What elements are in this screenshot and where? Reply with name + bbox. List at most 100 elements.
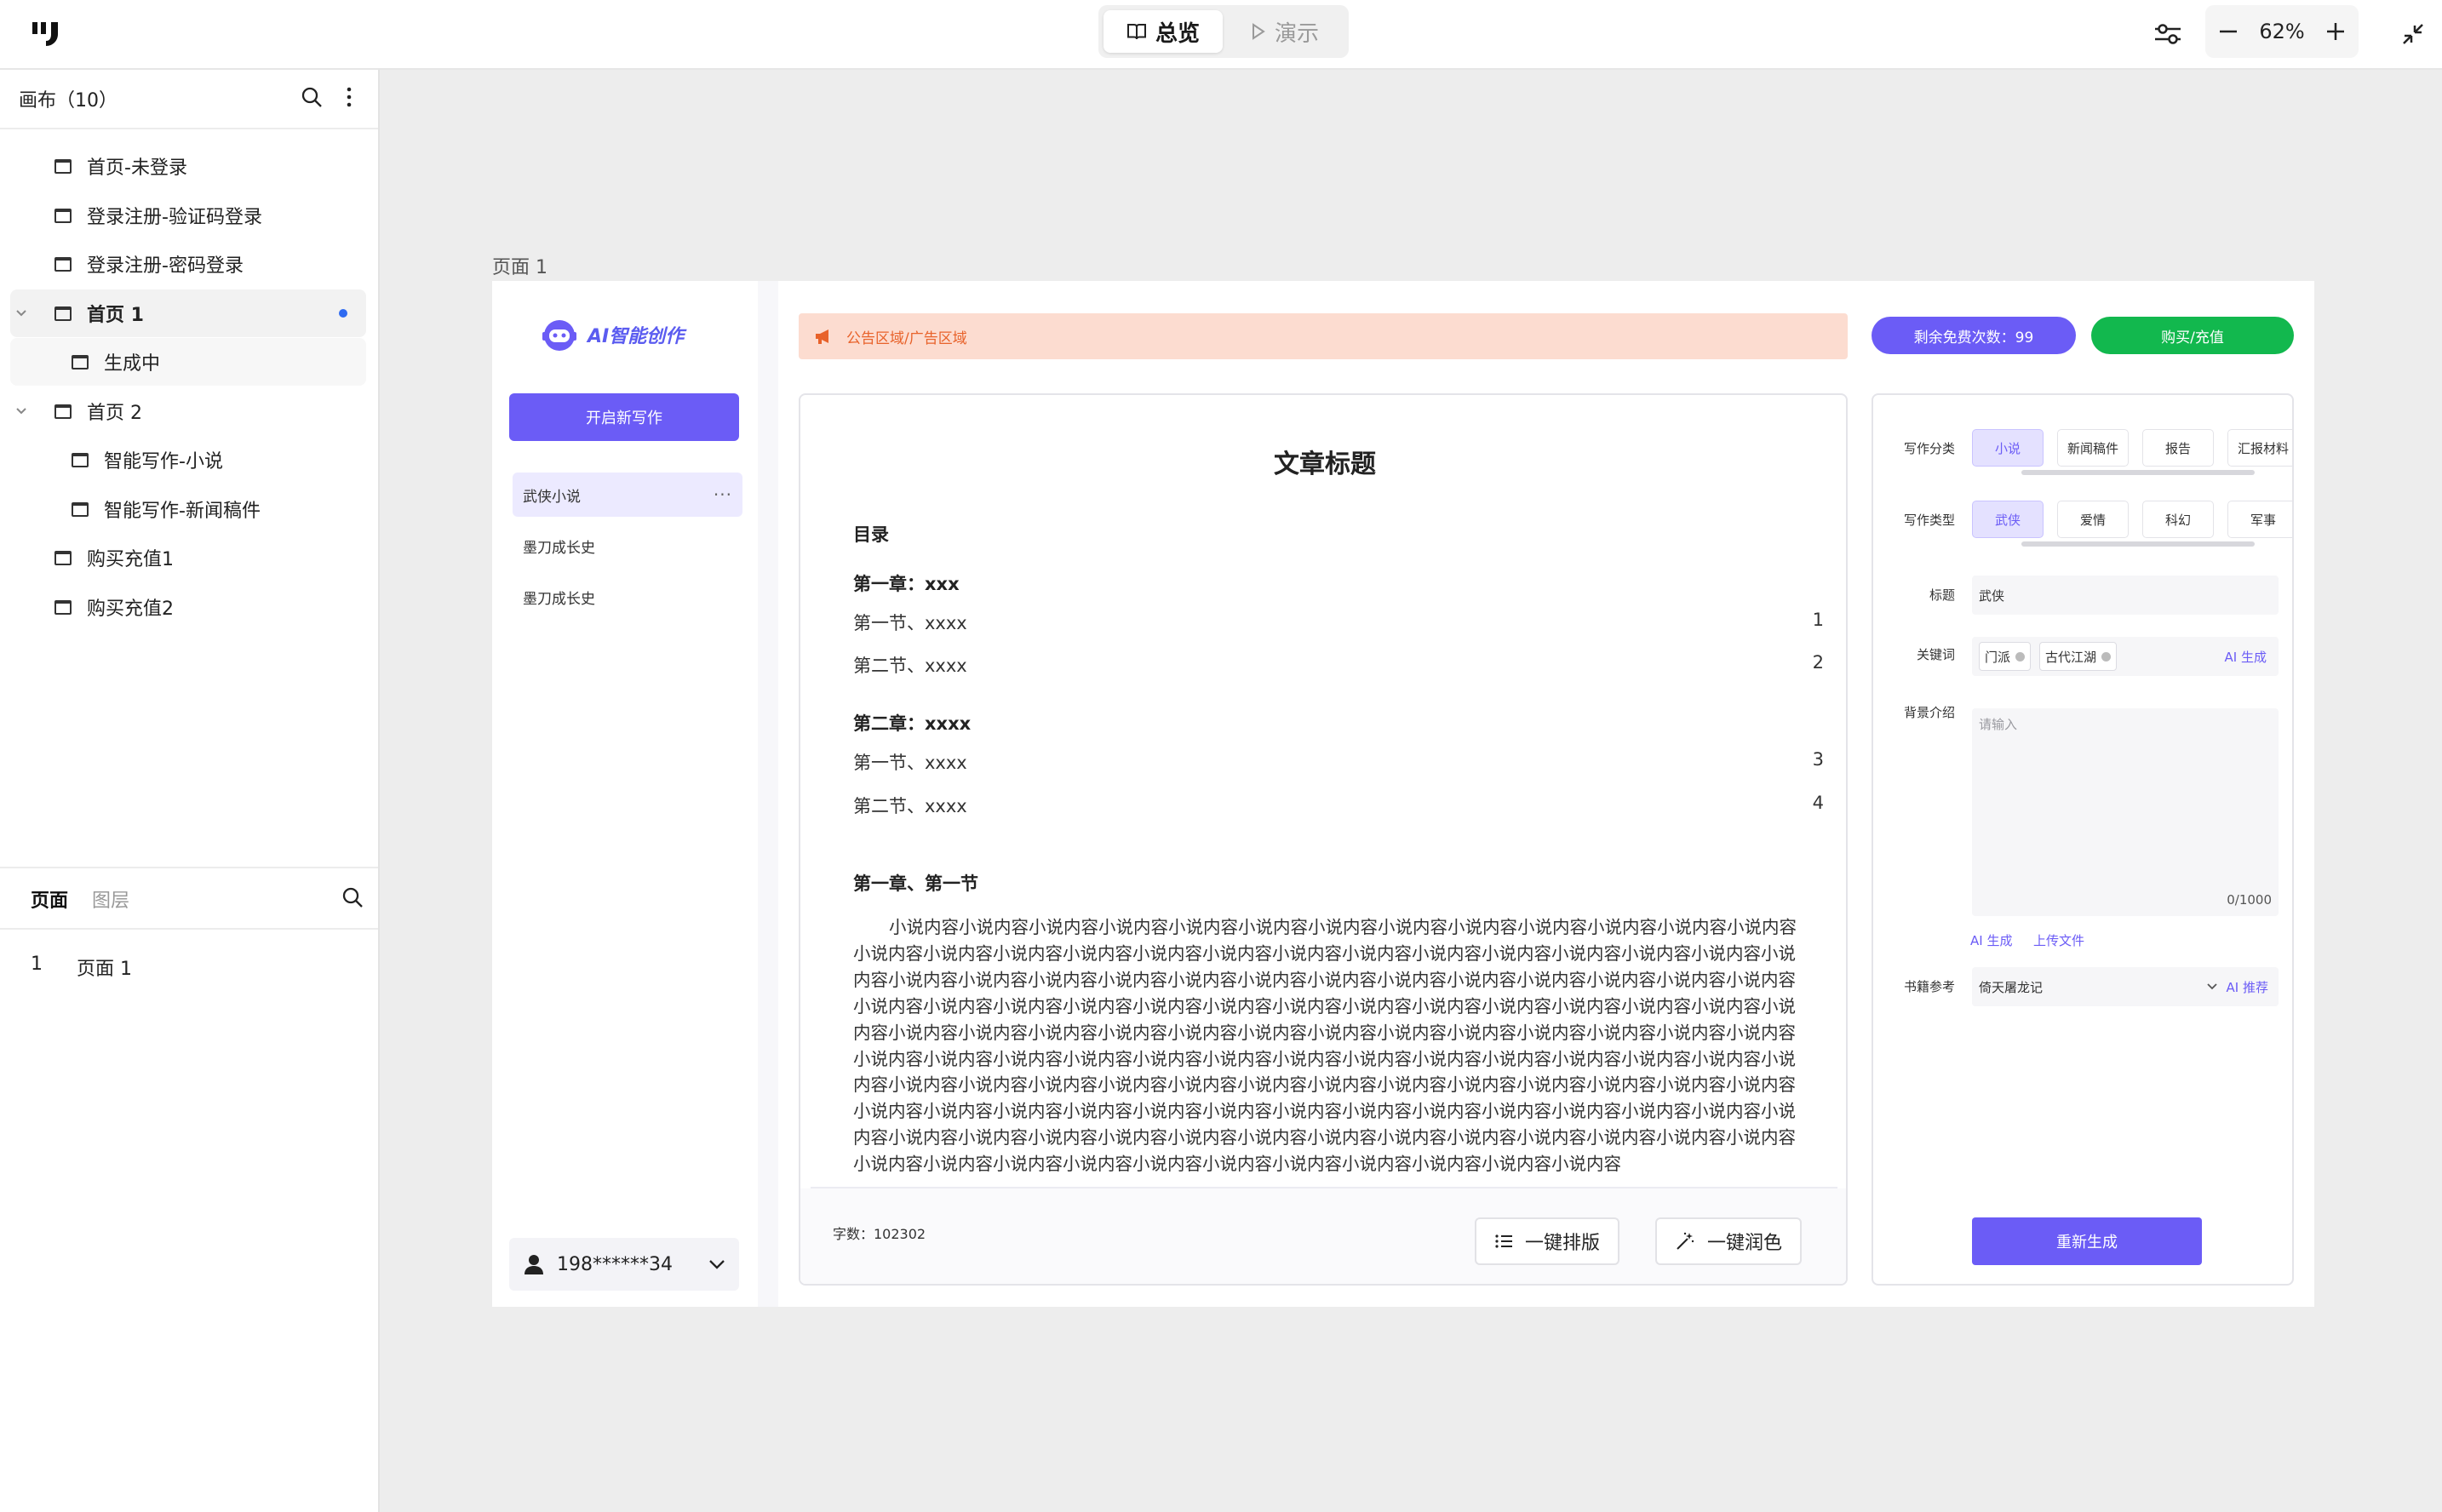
category-scrollbar[interactable]: [2021, 470, 2255, 475]
type-chip-romance[interactable]: 爱情: [2057, 501, 2129, 538]
history-item[interactable]: 武侠小说 ···: [513, 472, 742, 517]
tree-item-label: 智能写作-小说: [104, 451, 223, 472]
ai-generate-keywords-link[interactable]: AI 生成: [2225, 648, 2267, 666]
word-count: 字数：102302: [833, 1226, 926, 1242]
document-title[interactable]: 文章标题: [800, 443, 1846, 480]
toc-row[interactable]: 第一节、xxxx 3: [853, 749, 1824, 775]
tree-item-generating[interactable]: 生成中: [10, 338, 366, 386]
tree-item-login-password[interactable]: 登录注册-密码登录: [10, 240, 366, 288]
divider: [0, 867, 378, 868]
free-count-button[interactable]: 剩余免费次数：99: [1872, 317, 2076, 354]
current-indicator-dot: [339, 309, 347, 318]
search-icon[interactable]: [341, 885, 364, 909]
more-vertical-icon[interactable]: [346, 85, 353, 109]
background-textarea[interactable]: 请输入 0/1000: [1972, 708, 2279, 916]
chevron-down-icon: [2206, 982, 2218, 991]
category-chip-briefing[interactable]: 汇报材料: [2227, 429, 2292, 467]
tree-item-label: 购买充值1: [87, 549, 174, 570]
category-chip-novel[interactable]: 小说: [1972, 429, 2044, 467]
chevron-down-icon[interactable]: [10, 407, 32, 415]
type-chip-military[interactable]: 军事: [2227, 501, 2292, 538]
format-button-label: 一键排版: [1524, 1233, 1600, 1254]
tree-item-purchase-2[interactable]: 购买充值2: [10, 583, 366, 631]
divider: [0, 128, 378, 129]
app-logo-icon[interactable]: [31, 19, 65, 49]
one-click-polish-button[interactable]: 一键润色: [1655, 1217, 1802, 1265]
new-writing-button[interactable]: 开启新写作: [509, 393, 739, 441]
toc-page-number: 4: [1812, 793, 1824, 813]
toc-section-title: 第二节、xxxx: [853, 656, 967, 676]
keyword-tag-label: 古代江湖: [2045, 649, 2097, 665]
more-horizontal-icon[interactable]: ···: [714, 484, 732, 505]
buy-recharge-button[interactable]: 购买/充值: [2091, 317, 2294, 354]
frame-label[interactable]: 页面 1: [492, 252, 547, 279]
user-phone: 198******34: [557, 1253, 673, 1275]
toc-chapter-1: 第一章：xxx: [853, 574, 960, 594]
ai-generate-background-link[interactable]: AI 生成: [1970, 931, 2012, 949]
category-label: 写作分类: [1903, 441, 1955, 456]
present-mode-button[interactable]: 演示: [1226, 10, 1344, 53]
type-scrollbar[interactable]: [2021, 541, 2255, 547]
title-input[interactable]: 武侠: [1972, 576, 2279, 615]
type-chip-scifi[interactable]: 科幻: [2142, 501, 2214, 538]
remove-tag-icon[interactable]: [2101, 651, 2112, 662]
settings-sliders-icon[interactable]: [2149, 15, 2187, 53]
overview-mode-button[interactable]: 总览: [1103, 10, 1223, 53]
frame-icon: [54, 158, 72, 174]
collapse-icon[interactable]: [2394, 15, 2432, 53]
zoom-in-icon[interactable]: [2324, 20, 2347, 43]
novel-body-text[interactable]: 小说内容小说内容小说内容小说内容小说内容小说内容小说内容小说内容小说内容小说内容…: [853, 914, 1807, 1175]
list-icon: [1494, 1233, 1513, 1250]
history-item[interactable]: 墨刀成长史: [513, 524, 742, 568]
toc-row[interactable]: 第二节、xxxx 2: [853, 652, 1824, 678]
history-item-label: 墨刀成长史: [523, 590, 595, 608]
tree-item-login-code[interactable]: 登录注册-验证码登录: [10, 192, 366, 239]
ai-recommend-link[interactable]: AI 推荐: [2227, 978, 2268, 996]
chevron-down-icon[interactable]: [10, 309, 32, 318]
tree-item-home-1[interactable]: 首页 1: [10, 289, 366, 337]
canvas-list-header: 画布（10）: [19, 90, 118, 112]
toc-row[interactable]: 第二节、xxxx 4: [853, 793, 1824, 818]
reference-select[interactable]: 倚天屠龙记 AI 推荐: [1972, 967, 2279, 1006]
tab-pages[interactable]: 页面: [31, 885, 68, 913]
tab-layers[interactable]: 图层: [92, 885, 129, 913]
title-label: 标题: [1929, 587, 1955, 603]
tree-item-home-2[interactable]: 首页 2: [10, 387, 366, 435]
tree-item-label: 登录注册-密码登录: [87, 255, 244, 277]
toc-section-title: 第一节、xxxx: [853, 613, 967, 633]
category-chip-news[interactable]: 新闻稿件: [2057, 429, 2129, 467]
frame-icon: [72, 501, 89, 517]
type-chip-wuxia[interactable]: 武侠: [1972, 501, 2044, 538]
background-placeholder: 请输入: [1979, 717, 2018, 732]
play-icon: [1251, 22, 1266, 41]
tree-item-smart-writing-novel[interactable]: 智能写作-小说: [10, 436, 366, 484]
writing-settings-form: 写作分类 小说 新闻稿件 报告 汇报材料 写作类型 武侠 爱情 科幻 军事 标题…: [1872, 393, 2294, 1286]
zoom-control: 62%: [2205, 5, 2359, 58]
top-toolbar: 总览 演示 62%: [0, 0, 2442, 70]
keyword-tag: 古代江湖: [2039, 642, 2118, 671]
upload-file-link[interactable]: 上传文件: [2033, 931, 2084, 949]
divider: [811, 1187, 1837, 1188]
one-click-format-button[interactable]: 一键排版: [1475, 1217, 1619, 1265]
notice-banner: 公告区域/广告区域: [799, 313, 1848, 359]
section-heading: 第一章、第一节: [853, 873, 978, 894]
frame-icon: [72, 452, 89, 467]
tree-item-home-logged-out[interactable]: 首页-未登录: [10, 142, 366, 190]
history-item[interactable]: 墨刀成长史: [513, 575, 742, 619]
toc-row[interactable]: 第一节、xxxx 1: [853, 610, 1824, 635]
keywords-input[interactable]: 门派 古代江湖 AI 生成: [1972, 637, 2279, 676]
zoom-level[interactable]: 62%: [2259, 20, 2304, 43]
frame-icon: [54, 306, 72, 321]
regenerate-button[interactable]: 重新生成: [1972, 1217, 2202, 1265]
tree-item-purchase-1[interactable]: 购买充值1: [10, 534, 366, 581]
user-account-menu[interactable]: 198******34: [509, 1238, 739, 1291]
toc-page-number: 3: [1812, 749, 1824, 770]
keyword-tag-label: 门派: [1985, 649, 2011, 665]
tree-item-smart-writing-news[interactable]: 智能写作-新闻稿件: [10, 485, 366, 533]
search-icon[interactable]: [300, 85, 324, 109]
category-chip-report[interactable]: 报告: [2142, 429, 2214, 467]
zoom-out-icon[interactable]: [2217, 20, 2239, 43]
page-list-item[interactable]: 1 页面 1: [31, 954, 132, 981]
polish-button-label: 一键润色: [1706, 1233, 1782, 1254]
remove-tag-icon[interactable]: [2015, 651, 2026, 662]
